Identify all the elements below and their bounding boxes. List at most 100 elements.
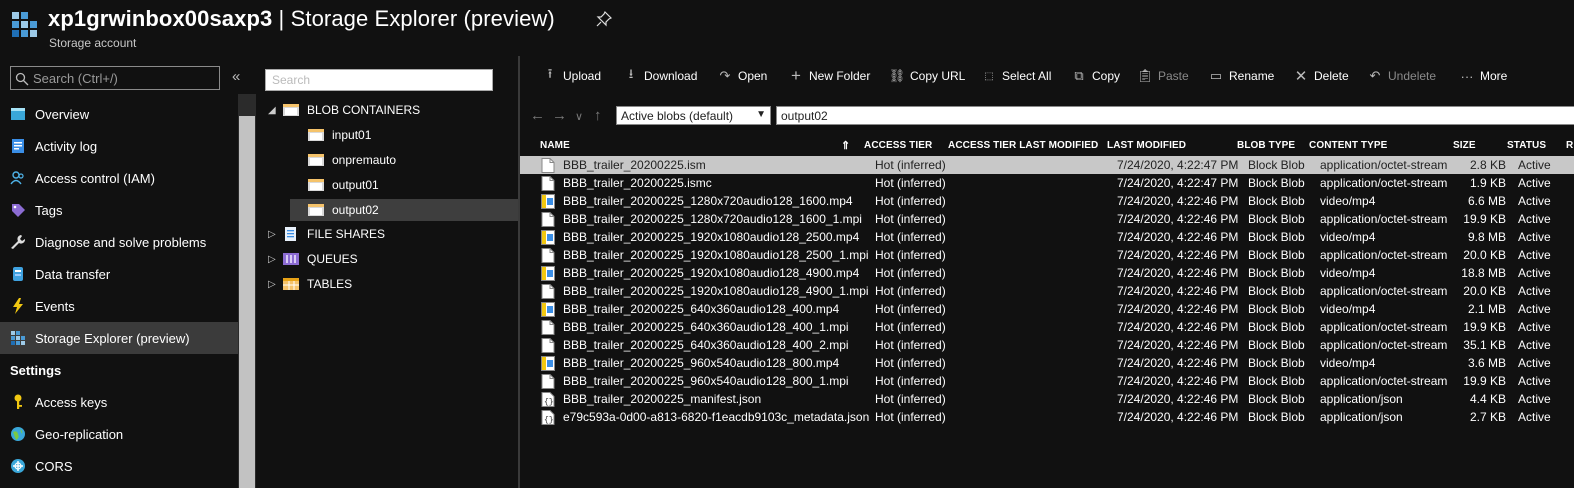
paste-label: Paste xyxy=(1158,69,1189,83)
col-status[interactable]: STATUS xyxy=(1507,140,1546,151)
undelete-button[interactable]: ↶ Undelete xyxy=(1367,68,1437,84)
tree-container-output01[interactable]: output01 xyxy=(290,174,518,196)
rename-button[interactable]: ▭ Rename xyxy=(1208,68,1275,84)
col-size[interactable]: SIZE xyxy=(1453,140,1476,151)
table-row[interactable]: BBB_trailer_20200225_1920x1080audio128_4… xyxy=(520,264,1574,282)
tree-container-output02[interactable]: output02 xyxy=(290,199,518,221)
table-row[interactable]: BBB_trailer_20200225_640x360audio128_400… xyxy=(520,318,1574,336)
menu-item-overview[interactable]: Overview xyxy=(0,98,238,130)
col-name[interactable]: NAME xyxy=(540,140,570,151)
tree-file-shares[interactable]: ▷ FILE SHARES xyxy=(268,223,385,245)
upload-button[interactable]: ⭱ Upload xyxy=(542,66,601,84)
cell-content-type: video/mp4 xyxy=(1320,194,1376,208)
tree-search-input[interactable] xyxy=(266,70,492,90)
path-input[interactable]: output02 xyxy=(776,106,1574,125)
cell-blob-type: Block Blob xyxy=(1248,392,1305,406)
more-button[interactable]: ··· More xyxy=(1459,68,1508,84)
col-r[interactable]: R xyxy=(1566,140,1573,151)
tree-container-onpremauto[interactable]: onpremauto xyxy=(290,149,518,171)
new-folder-button[interactable]: + New Folder xyxy=(788,66,870,85)
menu-item-access-control-iam[interactable]: Access control (IAM) xyxy=(0,162,238,194)
collapsed-arrow-icon[interactable]: ▷ xyxy=(268,254,282,265)
col-access-tier[interactable]: ACCESS TIER xyxy=(864,140,932,151)
delete-button[interactable]: ✕ Delete xyxy=(1293,68,1349,85)
select-all-button[interactable]: ⬚ Select All xyxy=(981,68,1051,84)
plus-icon: + xyxy=(791,66,801,85)
menu-item-cors[interactable]: CORS xyxy=(0,450,238,482)
search-icon xyxy=(15,72,29,86)
cell-access-tier: Hot (inferred) xyxy=(875,392,946,406)
col-access-tier-last-modified[interactable]: ACCESS TIER LAST MODIFIED xyxy=(948,140,1098,151)
table-row[interactable]: BBB_trailer_20200225_640x360audio128_400… xyxy=(520,300,1574,318)
cell-size: 3.6 MB xyxy=(1467,356,1506,370)
file-icon xyxy=(541,284,555,299)
collapsed-arrow-icon[interactable]: ▷ xyxy=(268,229,282,240)
table-row[interactable]: {} e79c593a-0d00-a813-6820-f1eacdb9103c_m… xyxy=(520,408,1574,426)
paste-button[interactable]: 📋︎ Paste xyxy=(1137,68,1189,84)
table-row[interactable]: BBB_trailer_20200225_1920x1080audio128_4… xyxy=(520,282,1574,300)
blob-view-select[interactable]: Active blobs (default) ▼ xyxy=(616,106,771,125)
menu-search[interactable] xyxy=(10,66,220,90)
table-row[interactable]: BBB_trailer_20200225.ismc Hot (inferred) 7… xyxy=(520,174,1574,192)
open-button[interactable]: ↷ Open xyxy=(717,68,768,84)
download-button[interactable]: ⭳ Download xyxy=(623,66,698,84)
file-icon xyxy=(541,338,555,353)
menu-item-storage-explorer-preview[interactable]: Storage Explorer (preview) xyxy=(0,322,238,354)
menu-search-input[interactable] xyxy=(33,69,213,87)
tree-search[interactable] xyxy=(265,69,493,91)
col-content-type[interactable]: CONTENT TYPE xyxy=(1309,140,1387,151)
cell-status: Active xyxy=(1518,176,1551,190)
table-row[interactable]: BBB_trailer_20200225.ism Hot (inferred) 7/… xyxy=(520,156,1574,174)
cell-size: 6.6 MB xyxy=(1467,194,1506,208)
up-arrow-icon[interactable]: ↑ xyxy=(594,107,602,124)
settings-section-header: Settings xyxy=(10,362,62,378)
cell-name: BBB_trailer_20200225_manifest.json xyxy=(563,392,762,406)
table-row[interactable]: BBB_trailer_20200225_1920x1080audio128_2… xyxy=(520,246,1574,264)
menu-item-events[interactable]: Events xyxy=(0,290,238,322)
cell-size: 4.4 KB xyxy=(1469,392,1506,406)
table-row[interactable]: BBB_trailer_20200225_1280x720audio128_16… xyxy=(520,192,1574,210)
tree-queues[interactable]: ▷ QUEUES xyxy=(268,248,358,270)
cell-name: BBB_trailer_20200225_960x540audio128_800… xyxy=(563,356,840,370)
cell-name: BBB_trailer_20200225_1920x1080audio128_2… xyxy=(563,230,860,244)
cell-access-tier: Hot (inferred) xyxy=(875,302,946,316)
tree-tables[interactable]: ▷ TABLES xyxy=(268,273,352,295)
col-last-modified[interactable]: LAST MODIFIED xyxy=(1107,140,1186,151)
sort-icon[interactable]: ⇑ xyxy=(841,139,850,152)
table-row[interactable]: BBB_trailer_20200225_960x540audio128_800… xyxy=(520,354,1574,372)
copy-button[interactable]: ⧉ Copy xyxy=(1071,68,1120,84)
table-row[interactable]: BBB_trailer_20200225_1280x720audio128_16… xyxy=(520,210,1574,228)
copy-url-label: Copy URL xyxy=(910,69,966,83)
cell-name: BBB_trailer_20200225_1920x1080audio128_4… xyxy=(563,266,860,280)
menu-item-tags[interactable]: Tags xyxy=(0,194,238,226)
collapse-menu-icon[interactable]: « xyxy=(232,68,240,85)
menu-item-access-keys[interactable]: Access keys xyxy=(0,386,238,418)
tree-container-input01[interactable]: input01 xyxy=(290,124,518,146)
table-row[interactable]: {} BBB_trailer_20200225_manifest.json Hot … xyxy=(520,390,1574,408)
collapsed-arrow-icon[interactable]: ▷ xyxy=(268,279,282,290)
tree-label: onpremauto xyxy=(332,153,397,167)
col-blob-type[interactable]: BLOB TYPE xyxy=(1237,140,1295,151)
tree-blob-containers[interactable]: ◢ BLOB CONTAINERS xyxy=(268,99,420,121)
table-row[interactable]: BBB_trailer_20200225_1920x1080audio128_2… xyxy=(520,228,1574,246)
menu-item-data-transfer[interactable]: Data transfer xyxy=(0,258,238,290)
cell-last-modified: 7/24/2020, 4:22:47 PM xyxy=(1117,176,1239,190)
pin-icon[interactable] xyxy=(596,11,612,27)
lightning-icon xyxy=(13,298,23,314)
cell-blob-type: Block Blob xyxy=(1248,230,1305,244)
cell-size: 19.9 KB xyxy=(1463,320,1506,334)
menu-scrollbar[interactable] xyxy=(238,94,256,488)
back-arrow-icon[interactable]: ← xyxy=(530,107,545,124)
forward-arrow-icon[interactable]: → xyxy=(552,107,567,124)
copy-url-button[interactable]: ⛓ Copy URL xyxy=(889,68,966,84)
cell-status: Active xyxy=(1518,410,1551,424)
expanded-arrow-icon[interactable]: ◢ xyxy=(268,105,282,116)
chevron-down-icon[interactable]: ∨ xyxy=(575,110,583,123)
menu-item-diagnose-and-solve-problems[interactable]: Diagnose and solve problems xyxy=(0,226,238,258)
menu-item-activity-log[interactable]: Activity log xyxy=(0,130,238,162)
table-row[interactable]: BBB_trailer_20200225_640x360audio128_400… xyxy=(520,336,1574,354)
scrollbar-thumb[interactable] xyxy=(239,116,255,488)
menu-item-geo-replication[interactable]: Geo-replication xyxy=(0,418,238,450)
table-row[interactable]: BBB_trailer_20200225_960x540audio128_800… xyxy=(520,372,1574,390)
grid-body: BBB_trailer_20200225.ism Hot (inferred) 7/… xyxy=(520,156,1574,426)
